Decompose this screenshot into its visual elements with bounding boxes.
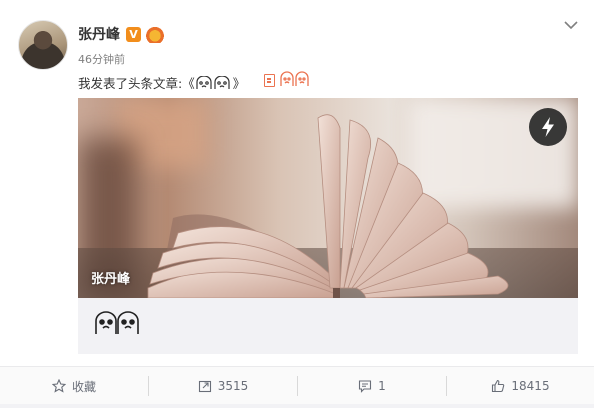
- chevron-down-icon[interactable]: [564, 20, 578, 30]
- favorite-label: 收藏: [71, 379, 96, 394]
- card-bottom-border: [0, 404, 594, 408]
- repost-icon: [198, 380, 211, 393]
- post-text: 我发表了头条文章:《 》: [78, 73, 245, 92]
- comment-count: 1: [378, 379, 386, 393]
- comment-icon: [359, 380, 372, 393]
- repost-count: 3515: [217, 379, 249, 393]
- username[interactable]: 张丹峰: [78, 24, 120, 44]
- thumbs-up-icon: [492, 379, 505, 393]
- repost-button[interactable]: 3515: [149, 367, 297, 405]
- post-time[interactable]: 46分钟前: [78, 51, 125, 67]
- open-book-illustration: [147, 114, 509, 298]
- cover-caption: 张丹峰: [91, 272, 131, 287]
- weibo-post-card: 张丹峰 V 46分钟前 我发表了头条文章:《 》 张丹峰 收藏 3515 1 1…: [0, 0, 594, 408]
- face-emoji-icon: [196, 75, 230, 89]
- favorite-button[interactable]: 收藏: [0, 367, 148, 405]
- face-emoji-icon[interactable]: [295, 71, 309, 87]
- member-crown-icon[interactable]: [146, 27, 164, 43]
- post-text-close: 》: [232, 76, 246, 91]
- action-bar: 收藏 3515 1 18415: [0, 366, 594, 404]
- verified-badge-icon[interactable]: V: [126, 27, 141, 42]
- post-text-lead: 我发表了头条文章:《: [78, 76, 195, 91]
- like-count: 18415: [511, 379, 550, 393]
- face-emoji-icon[interactable]: [280, 71, 294, 87]
- star-icon: [51, 379, 66, 393]
- comment-button[interactable]: 1: [298, 367, 446, 405]
- face-emoji-icon: [95, 311, 139, 334]
- article-cover-image[interactable]: 张丹峰: [78, 98, 578, 298]
- avatar[interactable]: [18, 20, 68, 70]
- lightning-icon[interactable]: [529, 108, 567, 146]
- article-icon[interactable]: [264, 74, 275, 87]
- like-button[interactable]: 18415: [447, 367, 594, 405]
- article-card[interactable]: 张丹峰: [78, 98, 578, 354]
